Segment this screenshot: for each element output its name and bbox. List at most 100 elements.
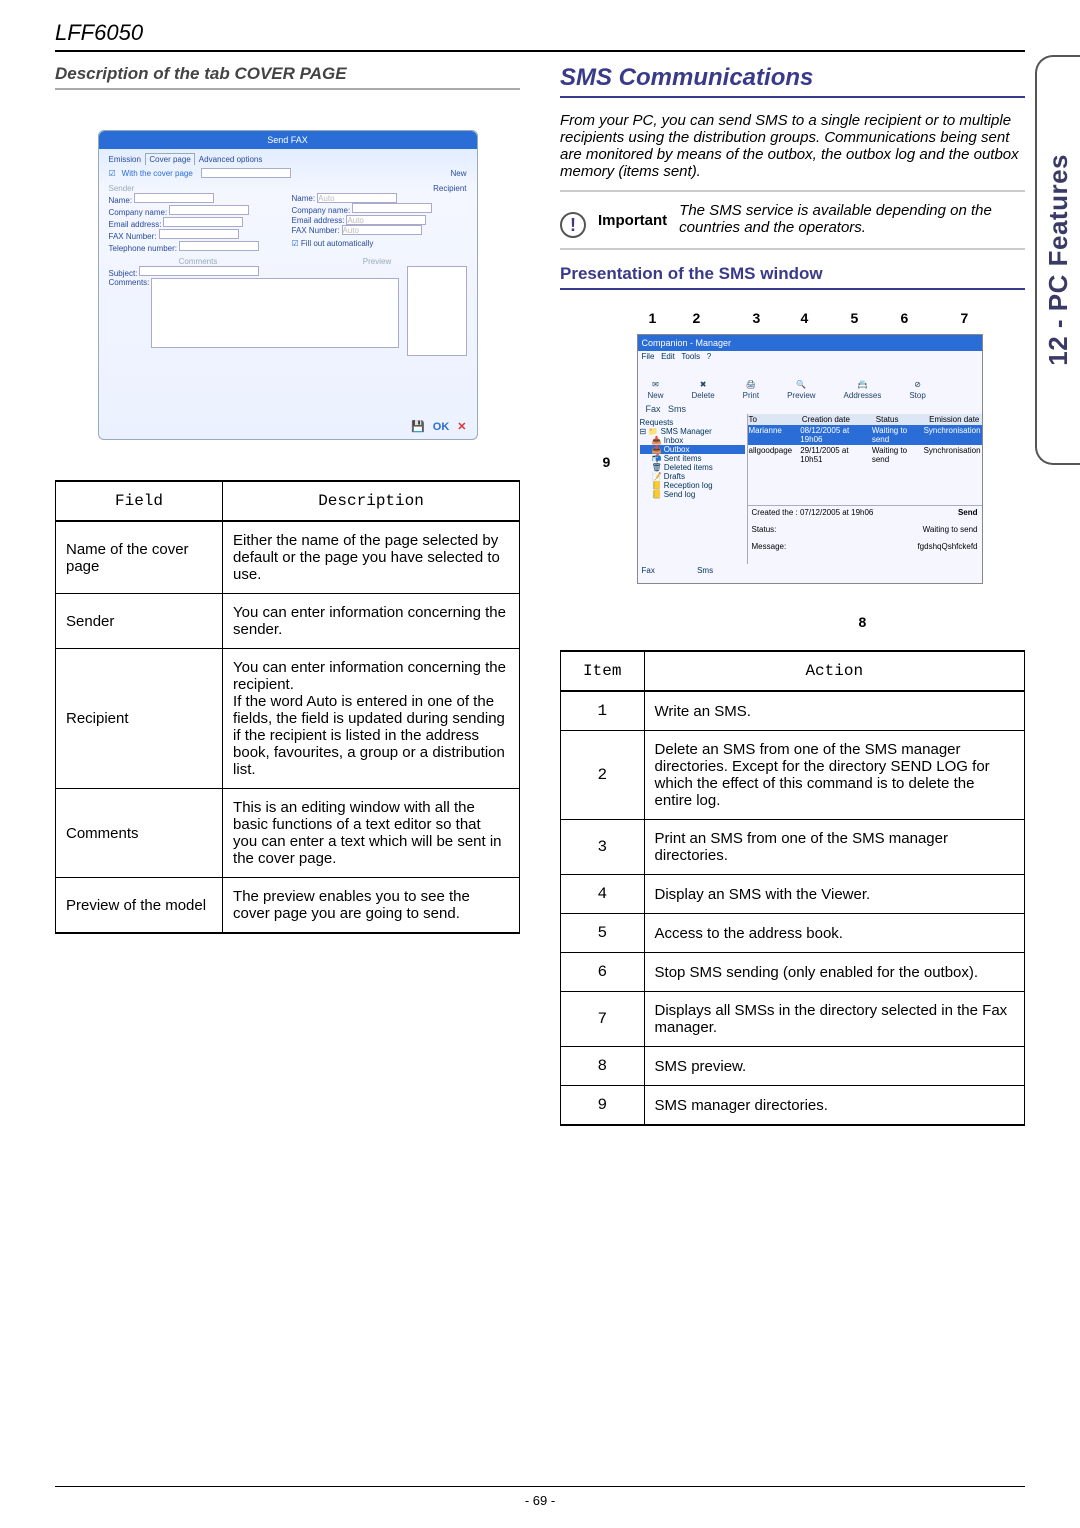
callout-5: 5: [851, 310, 859, 326]
tb-new[interactable]: ✉New: [648, 380, 664, 400]
item-4: 4: [561, 875, 645, 914]
chapter-side-tab: 12 - PC Features: [1035, 55, 1080, 465]
sendfax-screenshot: Send FAX Emission Cover page Advanced op…: [98, 130, 478, 440]
model-header: LFF6050: [55, 20, 1025, 52]
fill-auto-checkbox[interactable]: Fill out automatically: [301, 239, 373, 248]
field-name-cover: Name of the cover page: [56, 521, 223, 594]
item-7: 7: [561, 992, 645, 1047]
footer-tab-fax[interactable]: Fax: [642, 566, 655, 575]
tab-fax[interactable]: Fax: [646, 404, 661, 414]
tab-sms[interactable]: Sms: [668, 404, 686, 414]
cancel-button[interactable]: ✕: [457, 420, 466, 433]
tree-root: Requests: [640, 418, 745, 427]
label-r-name: Name:: [292, 194, 316, 203]
important-note: ! Important The SMS service is available…: [560, 202, 1025, 250]
side-tab-text: 12 - PC Features: [1043, 154, 1074, 366]
recipient-heading: Recipient: [292, 184, 467, 193]
comments-heading: Comments: [109, 257, 288, 266]
new-link[interactable]: New: [450, 169, 466, 178]
desc-sender: You can enter information concerning the…: [223, 594, 520, 649]
callout-9: 9: [603, 454, 611, 470]
callout-3: 3: [753, 310, 761, 326]
message-value: fgdshqQshfckefd: [917, 542, 977, 551]
label-r-company: Company name:: [292, 206, 351, 215]
cover-preview: [407, 266, 467, 356]
with-cover-checkbox[interactable]: With the cover page: [122, 169, 193, 178]
sms-heading: SMS Communications: [560, 64, 1025, 98]
important-label: Important: [598, 212, 667, 229]
th-desc: Description: [223, 481, 520, 521]
message-label: Message:: [752, 542, 787, 551]
label-name: Name:: [109, 196, 133, 205]
item-5: 5: [561, 914, 645, 953]
tb-preview[interactable]: 🔍Preview: [787, 380, 815, 400]
th-field: Field: [56, 481, 223, 521]
item-6: 6: [561, 953, 645, 992]
action-3: Print an SMS from one of the SMS manager…: [644, 820, 1024, 875]
label-phone: Telephone number:: [109, 244, 178, 253]
field-preview: Preview of the model: [56, 878, 223, 934]
ok-button[interactable]: OK: [433, 421, 450, 433]
field-comments: Comments: [56, 789, 223, 878]
save-icon[interactable]: 💾: [411, 420, 425, 433]
footer-tab-sms[interactable]: Sms: [697, 566, 713, 575]
callout-8: 8: [859, 614, 867, 630]
coverpage-select[interactable]: [201, 168, 291, 178]
important-icon: !: [560, 212, 586, 238]
label-fax: FAX Number:: [109, 232, 157, 241]
tab-coverpage[interactable]: Cover page: [145, 153, 194, 165]
desc-preview: The preview enables you to see the cover…: [223, 878, 520, 934]
menu-file[interactable]: File: [642, 352, 655, 361]
sms-list[interactable]: To Creation date Status Emission date Ma…: [748, 414, 982, 564]
sender-heading: Sender: [109, 184, 284, 193]
item-3: 3: [561, 820, 645, 875]
tb-print[interactable]: 🖨Print: [743, 380, 759, 400]
th-item: Item: [561, 651, 645, 691]
callout-4: 4: [801, 310, 809, 326]
menu-help[interactable]: ?: [707, 352, 711, 361]
created-label: Created the : 07/12/2005 at 19h06: [752, 508, 874, 517]
callout-6: 6: [901, 310, 909, 326]
cm-titlebar: Companion - Manager: [638, 335, 982, 351]
callout-2: 2: [693, 310, 701, 326]
field-recipient: Recipient: [56, 649, 223, 789]
sms-actions-table: Item Action 1Write an SMS. 2Delete an SM…: [560, 650, 1025, 1126]
th-action: Action: [644, 651, 1024, 691]
desc-comments: This is an editing window with all the b…: [223, 789, 520, 878]
tb-addresses[interactable]: 📇Addresses: [844, 380, 882, 400]
send-button[interactable]: Send: [958, 508, 978, 517]
sms-intro: From your PC, you can send SMS to a sing…: [560, 112, 1025, 192]
sms-window-figure: 1 2 3 4 5 6 7 9 8 Companion - Manager Fi…: [603, 304, 983, 634]
label-company: Company name:: [109, 208, 168, 217]
label-email: Email address:: [109, 220, 162, 229]
cover-fields-table: Field Description Name of the cover page…: [55, 480, 520, 934]
manual-page: LFF6050 12 - PC Features Description of …: [0, 0, 1080, 1460]
tb-delete[interactable]: ✖Delete: [692, 380, 715, 400]
sms-tree[interactable]: Requests ⊟ 📁 SMS Manager 📥 Inbox 📤 Outbo…: [638, 414, 748, 564]
preview-heading: Preview: [288, 257, 467, 266]
status-value: Waiting to send: [923, 525, 978, 534]
action-9: SMS manager directories.: [644, 1086, 1024, 1126]
left-column: Description of the tab COVER PAGE Send F…: [55, 64, 520, 1126]
field-sender: Sender: [56, 594, 223, 649]
item-9: 9: [561, 1086, 645, 1126]
action-7: Displays all SMSs in the directory selec…: [644, 992, 1024, 1047]
status-label: Status:: [752, 525, 777, 534]
important-text: The SMS service is available depending o…: [679, 202, 1025, 236]
desc-recipient: You can enter information concerning the…: [223, 649, 520, 789]
action-6: Stop SMS sending (only enabled for the o…: [644, 953, 1024, 992]
tb-stop[interactable]: ⊘Stop: [909, 380, 925, 400]
tab-advanced[interactable]: Advanced options: [199, 155, 263, 164]
menu-tools[interactable]: Tools: [681, 352, 700, 361]
comments-textarea[interactable]: [151, 278, 398, 348]
page-footer: - 69 -: [55, 1486, 1025, 1508]
tab-emission[interactable]: Emission: [109, 155, 141, 164]
desc-name-cover: Either the name of the page selected by …: [223, 521, 520, 594]
label-r-fax: FAX Number:: [292, 226, 340, 235]
action-4: Display an SMS with the Viewer.: [644, 875, 1024, 914]
callout-1: 1: [649, 310, 657, 326]
menu-edit[interactable]: Edit: [661, 352, 675, 361]
label-r-email: Email address:: [292, 216, 345, 225]
comments-label: Comments:: [109, 278, 150, 348]
sms-window-heading: Presentation of the SMS window: [560, 264, 1025, 290]
